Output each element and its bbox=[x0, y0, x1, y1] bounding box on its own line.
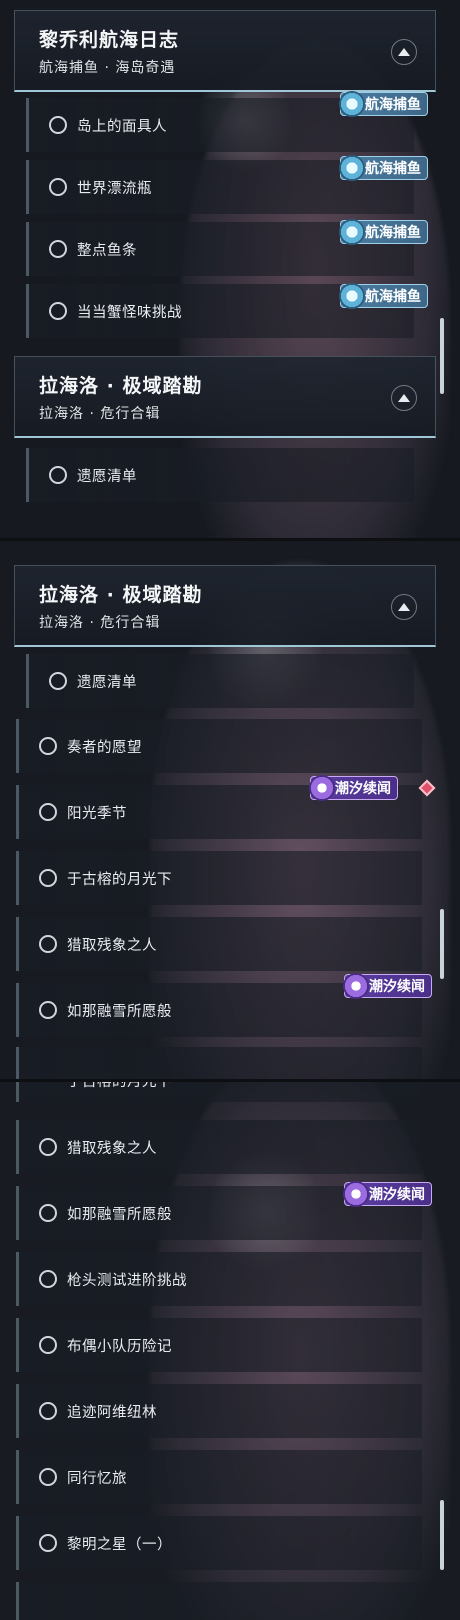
list-item[interactable]: 于古榕的月光下 bbox=[16, 851, 422, 905]
list-item[interactable]: 于古榕的月光下 bbox=[16, 1082, 422, 1102]
tide-badge-icon bbox=[343, 973, 369, 999]
list-item[interactable]: 枪头测试进阶挑战 bbox=[16, 1252, 422, 1306]
list-item-label: 岛上的面具人 bbox=[77, 119, 167, 135]
list-item-label: 世界漂流瓶 bbox=[77, 181, 152, 197]
list-item-label: 布偶小队历险记 bbox=[67, 1339, 172, 1355]
fishing-badge: 航海捕鱼 bbox=[339, 283, 428, 309]
list-item-label: 遗愿清单 bbox=[77, 675, 137, 691]
list-item[interactable]: 奏者的愿望 bbox=[16, 719, 422, 773]
radio-icon[interactable] bbox=[49, 116, 67, 134]
tide-badge: 潮汐续闻 bbox=[343, 973, 432, 999]
fishing-badge: 航海捕鱼 bbox=[339, 91, 428, 117]
section-subtitle: 拉海洛 · 危行合辑 bbox=[39, 406, 161, 422]
list-item-label: 追迹阿维纽林 bbox=[67, 1405, 157, 1421]
list-item-label: 于古榕的月光下 bbox=[67, 1082, 172, 1090]
list-item[interactable]: 猎取残象之人 bbox=[16, 917, 422, 971]
section-title: 拉海洛 · 极域踏勘 bbox=[39, 375, 203, 397]
fishing-badge: 航海捕鱼 bbox=[339, 155, 428, 181]
section-header-laheluo[interactable]: 拉海洛 · 极域踏勘 拉海洛 · 危行合辑 bbox=[14, 356, 436, 438]
list-item-label: 整点鱼条 bbox=[77, 243, 137, 259]
section-header-laheluo[interactable]: 拉海洛 · 极域踏勘 拉海洛 · 危行合辑 bbox=[14, 565, 436, 647]
radio-icon[interactable] bbox=[39, 1534, 57, 1552]
list-item-label: 当当蟹怪味挑战 bbox=[77, 305, 182, 321]
fishing-badge: 航海捕鱼 bbox=[339, 219, 428, 245]
radio-icon[interactable] bbox=[39, 1204, 57, 1222]
chevron-up-icon[interactable] bbox=[391, 385, 417, 411]
segment-1: 黎乔利航海日志 航海捕鱼 · 海岛奇遇 岛上的面具人 世界漂流瓶 整点鱼条 当当… bbox=[0, 0, 460, 540]
tide-badge-icon bbox=[309, 775, 335, 801]
list-item-label: 于古榕的月光下 bbox=[67, 872, 172, 888]
segment-3: 于古榕的月光下 猎取残象之人 如那融雪所愿般 枪头测试进阶挑战 布偶小队历险记 … bbox=[0, 1082, 460, 1620]
chevron-up-icon[interactable] bbox=[391, 594, 417, 620]
scrollbar[interactable] bbox=[440, 1500, 444, 1570]
list-item[interactable]: 同行忆旅 bbox=[16, 1450, 422, 1504]
list-item[interactable]: 猎取残象之人 bbox=[16, 1120, 422, 1174]
radio-icon[interactable] bbox=[49, 178, 67, 196]
list-item-label: 奏者的愿望 bbox=[67, 740, 142, 756]
list-item[interactable] bbox=[16, 1047, 422, 1081]
radio-icon[interactable] bbox=[39, 1001, 57, 1019]
radio-icon[interactable] bbox=[39, 1468, 57, 1486]
list-item-label: 猎取残象之人 bbox=[67, 1141, 157, 1157]
scrollbar[interactable] bbox=[440, 909, 444, 979]
section-subtitle: 拉海洛 · 危行合辑 bbox=[39, 615, 161, 631]
radio-icon[interactable] bbox=[49, 672, 67, 690]
list-item[interactable] bbox=[16, 1582, 422, 1620]
segment-2: 拉海洛 · 极域踏勘 拉海洛 · 危行合辑 遗愿清单 奏者的愿望 阳光季节 于古… bbox=[0, 541, 460, 1081]
list-item-label: 黎明之星（一） bbox=[67, 1537, 172, 1553]
list-item[interactable]: 布偶小队历险记 bbox=[16, 1318, 422, 1372]
radio-icon[interactable] bbox=[39, 1336, 57, 1354]
fishing-badge-icon bbox=[339, 283, 365, 309]
radio-icon[interactable] bbox=[39, 869, 57, 887]
radio-icon[interactable] bbox=[39, 935, 57, 953]
radio-icon[interactable] bbox=[49, 240, 67, 258]
list-item-label: 遗愿清单 bbox=[77, 469, 137, 485]
list-item-label: 如那融雪所愿般 bbox=[67, 1004, 172, 1020]
chevron-up-icon[interactable] bbox=[391, 39, 417, 65]
radio-icon[interactable] bbox=[39, 803, 57, 821]
scrollbar[interactable] bbox=[440, 318, 444, 394]
radio-icon[interactable] bbox=[39, 1138, 57, 1156]
list-item[interactable]: 黎明之星（一） bbox=[16, 1516, 422, 1570]
radio-icon[interactable] bbox=[49, 466, 67, 484]
radio-icon[interactable] bbox=[39, 1270, 57, 1288]
list-item[interactable]: 遗愿清单 bbox=[26, 448, 414, 502]
list-item-label: 如那融雪所愿般 bbox=[67, 1207, 172, 1223]
fishing-badge-icon bbox=[339, 155, 365, 181]
list-item-label: 阳光季节 bbox=[67, 806, 127, 822]
section-header-voyage-log[interactable]: 黎乔利航海日志 航海捕鱼 · 海岛奇遇 bbox=[14, 10, 436, 92]
section-title: 黎乔利航海日志 bbox=[39, 29, 180, 51]
fishing-badge-icon bbox=[339, 91, 365, 117]
tide-badge: 潮汐续闻 bbox=[309, 775, 398, 801]
list-item[interactable]: 追迹阿维纽林 bbox=[16, 1384, 422, 1438]
list-item-label: 枪头测试进阶挑战 bbox=[67, 1273, 187, 1289]
tide-badge: 潮汐续闻 bbox=[343, 1181, 432, 1207]
background: 黎乔利航海日志 航海捕鱼 · 海岛奇遇 岛上的面具人 世界漂流瓶 整点鱼条 当当… bbox=[0, 0, 460, 1620]
section-subtitle: 航海捕鱼 · 海岛奇遇 bbox=[39, 60, 176, 76]
radio-icon[interactable] bbox=[49, 302, 67, 320]
radio-icon[interactable] bbox=[39, 1402, 57, 1420]
list-item-label: 猎取残象之人 bbox=[67, 938, 157, 954]
list-item-label: 同行忆旅 bbox=[67, 1471, 127, 1487]
fishing-badge-icon bbox=[339, 219, 365, 245]
tide-badge-icon bbox=[343, 1181, 369, 1207]
radio-icon[interactable] bbox=[39, 737, 57, 755]
section-title: 拉海洛 · 极域踏勘 bbox=[39, 584, 203, 606]
list-item[interactable]: 遗愿清单 bbox=[26, 654, 414, 708]
